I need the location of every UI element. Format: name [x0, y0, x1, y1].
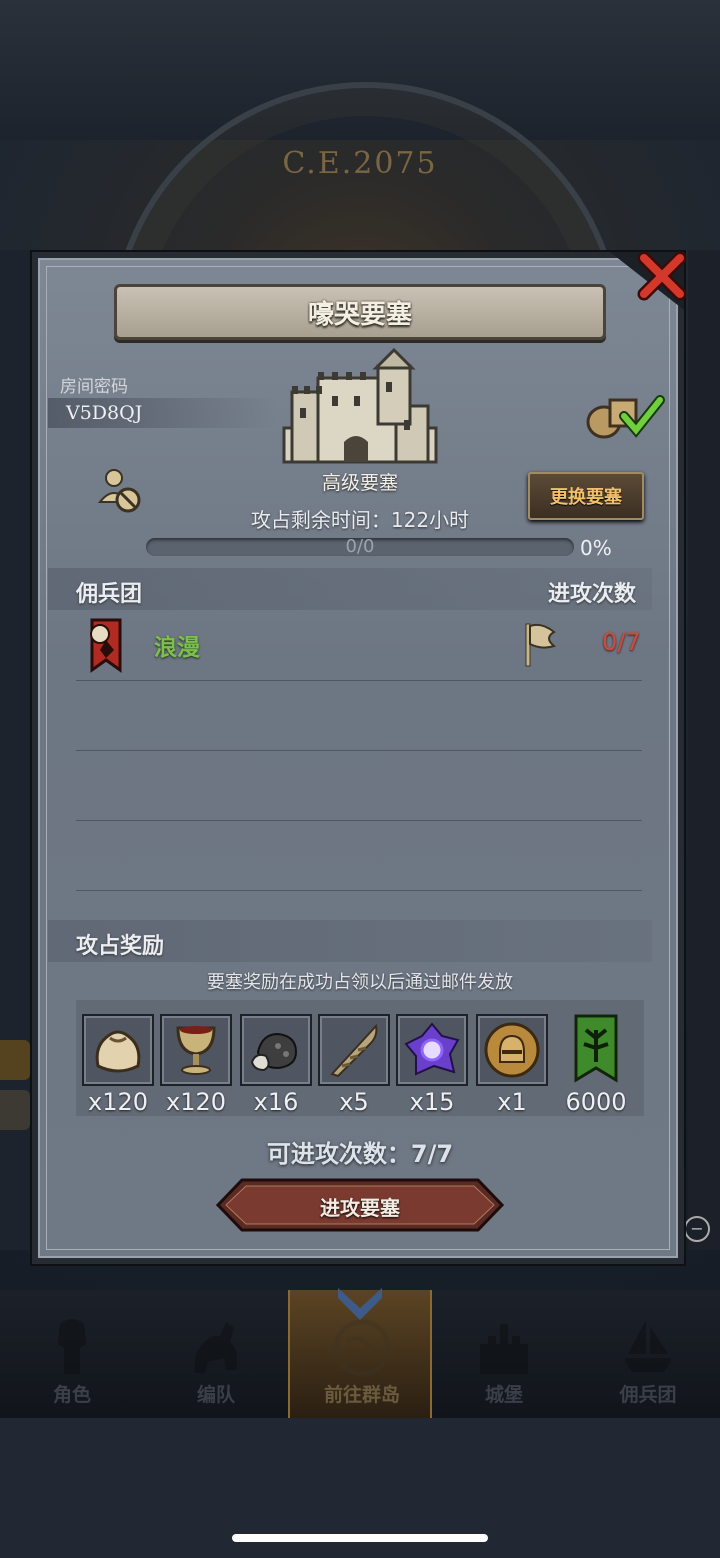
- guild-row-empty: [76, 750, 642, 821]
- nav-item-role[interactable]: 角色: [0, 1290, 144, 1418]
- flag-icon: [525, 623, 557, 667]
- progress-percent: 0%: [580, 536, 612, 560]
- horn-icon: [330, 1023, 378, 1078]
- ship-icon: [624, 1320, 672, 1372]
- reward-tile: [396, 1014, 468, 1086]
- reward-tile: [240, 1014, 312, 1086]
- reward-tile: [318, 1014, 390, 1086]
- crystal-icon: [404, 1022, 460, 1076]
- nav-item-mercenary[interactable]: 佣兵团: [576, 1290, 720, 1418]
- reward-tile: [160, 1014, 232, 1086]
- room-code-label: 房间密码: [60, 377, 128, 397]
- reward-item[interactable]: x5: [318, 1014, 390, 1116]
- era-label: C.E.2075: [282, 146, 438, 181]
- close-icon: [637, 251, 687, 301]
- horseman-icon: [194, 1322, 238, 1374]
- nav-label: 前往群岛: [323, 1384, 400, 1406]
- game-screen: C.E.2075 − 角色 编队 前往群岛 城堡 佣兵团 嚎哭要塞 房间密码 V…: [0, 0, 720, 1558]
- guild-row-empty: [76, 820, 642, 891]
- nav-label: 城堡: [484, 1384, 523, 1406]
- reward-item[interactable]: x120: [82, 1014, 154, 1116]
- attack-fortress-button[interactable]: 进攻要塞: [216, 1178, 504, 1232]
- reward-tile: [82, 1014, 154, 1086]
- side-shortcut-1[interactable]: [0, 1040, 30, 1080]
- room-code-value[interactable]: V5D8QJ: [66, 402, 142, 424]
- guild-attack-count: 0/7: [602, 628, 641, 656]
- attack-button-label: 进攻要塞: [320, 1196, 400, 1220]
- reward-quantity: 6000: [565, 1088, 627, 1116]
- rewards-header: 攻占奖励: [76, 934, 165, 959]
- nav-label: 角色: [52, 1384, 91, 1406]
- guild-row-empty: [76, 680, 642, 751]
- nav-item-formation[interactable]: 编队: [144, 1290, 288, 1418]
- chevron-down-icon: [338, 1288, 382, 1320]
- reward-item[interactable]: x1: [476, 1014, 548, 1116]
- reward-item[interactable]: x120: [160, 1014, 232, 1116]
- available-attacks: 可进攻次数：7/7: [266, 1140, 454, 1168]
- reward-tile: [476, 1014, 548, 1086]
- castle-icon: [480, 1324, 528, 1374]
- sack-icon: [95, 1030, 141, 1073]
- reward-item[interactable]: x16: [240, 1014, 312, 1116]
- dialog-title: 嚎哭要塞: [307, 299, 412, 330]
- attack-count-header: 进攻次数: [548, 582, 637, 607]
- progress-count: 0/0: [345, 536, 375, 557]
- rewards-note: 要塞奖励在成功占领以后通过邮件发放: [207, 972, 513, 993]
- mercenary-header: 佣兵团: [76, 582, 143, 607]
- reward-item[interactable]: x15: [396, 1014, 468, 1116]
- knight-icon: [58, 1319, 86, 1374]
- right-side-strip: [688, 250, 720, 1250]
- ore-icon: [250, 1032, 298, 1072]
- close-button[interactable]: [636, 250, 688, 302]
- dialog-title-banner: 嚎哭要塞: [114, 284, 606, 340]
- side-minus-icon[interactable]: −: [684, 1216, 710, 1242]
- nav-label: 编队: [196, 1384, 235, 1406]
- capture-time-remaining: 攻占剩余时间：122小时: [250, 508, 470, 532]
- side-shortcut-2[interactable]: [0, 1090, 30, 1130]
- guild-emblem-icon: [90, 618, 122, 673]
- goblet-icon: [176, 1026, 216, 1075]
- guild-row[interactable]: 浪漫 0/7: [76, 610, 642, 681]
- fortress-castle-icon: [282, 348, 438, 464]
- nav-item-castle[interactable]: 城堡: [432, 1290, 576, 1418]
- nav-label: 佣兵团: [619, 1384, 677, 1406]
- helmet-medal-icon: [484, 1022, 540, 1078]
- home-indicator[interactable]: [232, 1534, 488, 1542]
- guild-name: 浪漫: [154, 635, 200, 661]
- guild-banner-icon: [574, 1014, 618, 1083]
- resource-check-icon[interactable]: [582, 390, 666, 440]
